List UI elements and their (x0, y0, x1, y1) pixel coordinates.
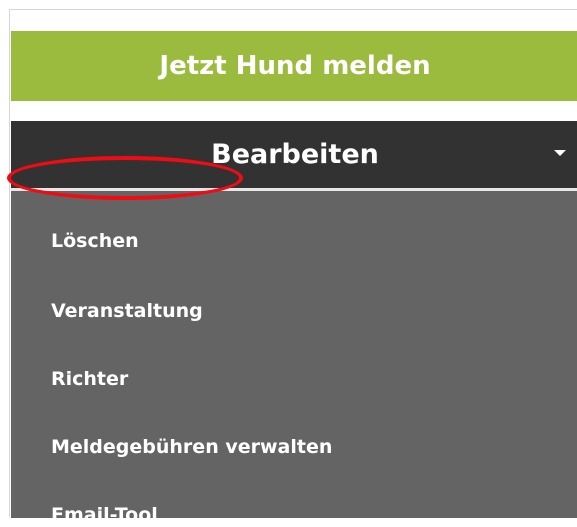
edit-dropdown-menu: Bearbeiten Löschen Veranstaltung Richter… (11, 121, 577, 526)
menu-item-email-tool[interactable]: Email-Tool (51, 503, 158, 527)
report-dog-button[interactable]: Jetzt Hund melden (11, 31, 577, 101)
report-dog-button-label: Jetzt Hund melden (159, 51, 431, 81)
event-sidebar-panel: Jetzt Hund melden Bearbeiten Löschen Ver… (9, 9, 577, 526)
caret-down-icon (554, 150, 566, 156)
menu-item-delete[interactable]: Löschen (51, 229, 139, 253)
edit-menu-toggle[interactable]: Bearbeiten (11, 121, 577, 191)
menu-item-judges[interactable]: Richter (51, 367, 128, 391)
menu-item-manage-entry-fees[interactable]: Meldegebühren verwalten (51, 435, 332, 459)
edit-menu-title: Bearbeiten (211, 139, 379, 170)
menu-item-event[interactable]: Veranstaltung (51, 299, 203, 323)
